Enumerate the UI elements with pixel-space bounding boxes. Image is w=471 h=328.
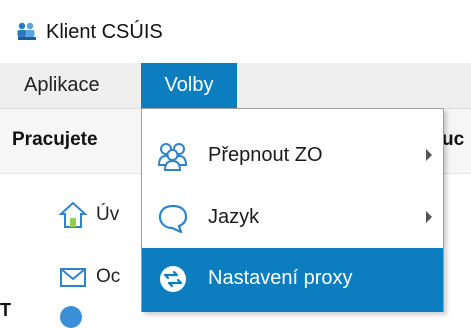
mail-icon (60, 268, 86, 287)
menu-item-jazyk[interactable]: Jazyk (142, 187, 443, 249)
title-bar: Klient CSÚIS (0, 0, 471, 58)
submenu-arrow-icon (426, 211, 432, 223)
bottom-text: T (0, 300, 11, 320)
users-group-icon (17, 22, 36, 40)
users-group-icon (157, 143, 188, 171)
menu-volby[interactable]: Volby (141, 63, 237, 108)
window-title: Klient CSÚIS (46, 21, 163, 43)
menu-item-label: Jazyk (208, 206, 260, 228)
partial-icon (60, 306, 82, 328)
menu-item-label: Přepnout ZO (208, 144, 323, 166)
proxy-icon (160, 266, 186, 292)
menu-aplikace[interactable]: Aplikace (12, 63, 112, 108)
menu-item-nastaveni-proxy[interactable]: Nastavení proxy (142, 248, 443, 312)
volby-dropdown-menu: Přepnout ZO Jazyk Nastavení proxy (141, 108, 444, 312)
submenu-arrow-icon (426, 149, 432, 161)
sidebar-item-label: Oc (96, 266, 121, 287)
sidebar-item-label: Úv (96, 204, 120, 225)
home-icon (58, 201, 88, 228)
section-title: Pracujete (12, 129, 98, 150)
speech-bubble-icon (158, 204, 188, 233)
menu-bar: Aplikace Volby (0, 63, 471, 109)
menu-item-prepnout-zo[interactable]: Přepnout ZO (142, 125, 443, 187)
menu-item-label: Nastavení proxy (208, 267, 353, 289)
section-title-fragment: uc (442, 129, 465, 150)
